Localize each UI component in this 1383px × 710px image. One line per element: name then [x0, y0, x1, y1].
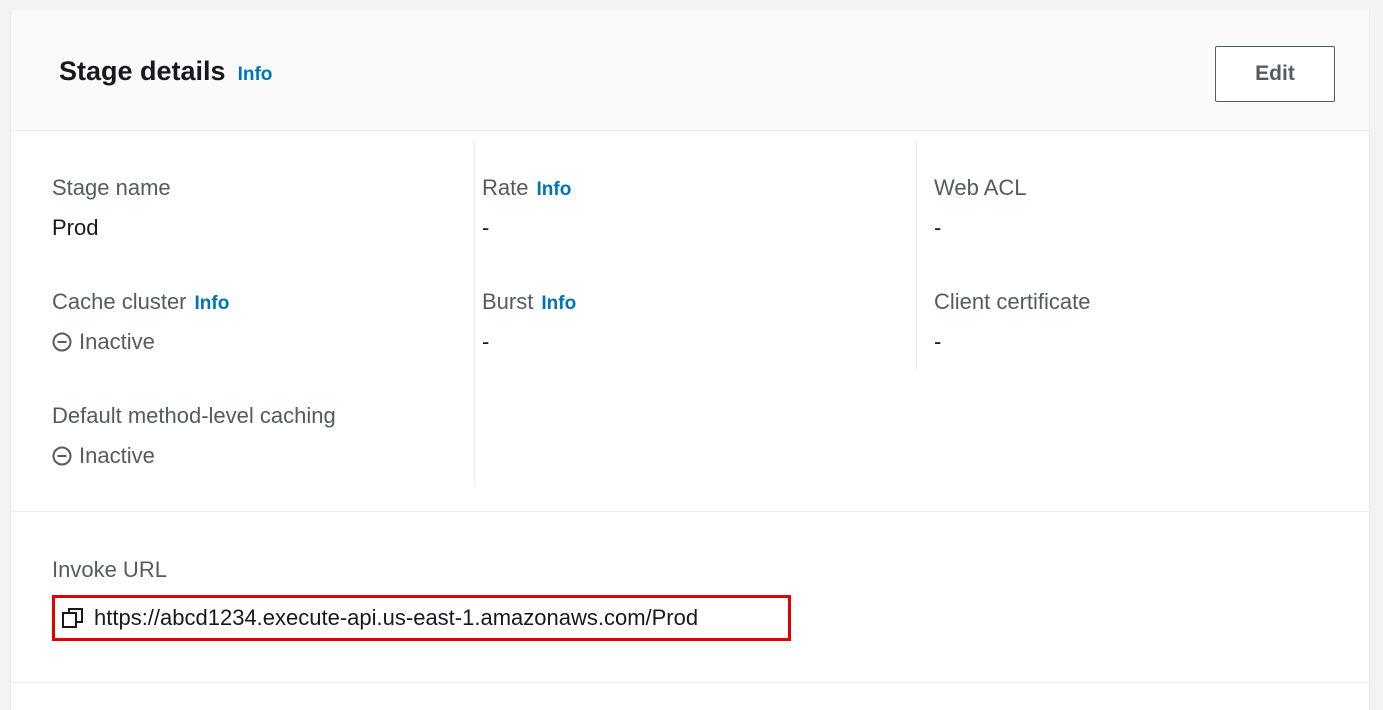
column-divider	[474, 141, 475, 485]
rate-label: Rate Info	[482, 175, 902, 201]
cache-cluster-label: Cache cluster Info	[52, 289, 472, 315]
copy-icon[interactable]	[61, 606, 85, 630]
rate-value: -	[482, 215, 490, 240]
cache-cluster-value: Inactive	[52, 329, 472, 355]
rate-label-text: Rate	[482, 175, 529, 200]
burst-field: Burst Info -	[482, 289, 902, 355]
edit-button[interactable]: Edit	[1215, 46, 1335, 102]
default-caching-label: Default method-level caching	[52, 403, 336, 428]
web-acl-field: Web ACL -	[934, 175, 1354, 241]
burst-label: Burst Info	[482, 289, 902, 315]
stage-details-panel: Stage details Info Edit Stage name Prod …	[10, 10, 1370, 710]
panel-header: Stage details Info Edit	[11, 10, 1369, 131]
stage-name-value: Prod	[52, 215, 99, 240]
cache-cluster-field: Cache cluster Info Inactive	[52, 289, 472, 355]
section-divider	[11, 682, 1369, 683]
stage-name-field: Stage name Prod	[52, 175, 472, 241]
cache-cluster-status-text: Inactive	[79, 329, 155, 354]
panel-title-text: Stage details	[59, 56, 226, 86]
client-certificate-field: Client certificate -	[934, 289, 1354, 355]
minus-circle-icon	[52, 446, 72, 466]
client-certificate-label: Client certificate	[934, 289, 1091, 314]
burst-info-link[interactable]: Info	[541, 293, 576, 315]
client-certificate-value: -	[934, 329, 942, 354]
web-acl-label: Web ACL	[934, 175, 1027, 200]
stage-name-label: Stage name	[52, 175, 171, 200]
section-divider	[11, 511, 1369, 512]
panel-title: Stage details Info	[59, 56, 272, 87]
cache-cluster-info-link[interactable]: Info	[195, 293, 230, 315]
rate-field: Rate Info -	[482, 175, 902, 241]
rate-info-link[interactable]: Info	[536, 179, 571, 201]
column-divider	[916, 141, 917, 369]
burst-label-text: Burst	[482, 289, 534, 314]
burst-value: -	[482, 329, 490, 354]
web-acl-value: -	[934, 215, 942, 240]
invoke-url-value[interactable]: https://abcd1234.execute-api.us-east-1.a…	[94, 605, 698, 631]
default-caching-status-text: Inactive	[79, 443, 155, 468]
minus-circle-icon	[52, 332, 72, 352]
invoke-url-highlight: https://abcd1234.execute-api.us-east-1.a…	[52, 595, 791, 641]
invoke-url-label: Invoke URL	[52, 557, 167, 582]
cache-cluster-label-text: Cache cluster	[52, 289, 187, 314]
title-info-link[interactable]: Info	[238, 64, 273, 86]
page-background: Stage details Info Edit Stage name Prod …	[0, 0, 1383, 710]
default-caching-value: Inactive	[52, 443, 472, 469]
default-caching-field: Default method-level caching Inactive	[52, 403, 472, 469]
